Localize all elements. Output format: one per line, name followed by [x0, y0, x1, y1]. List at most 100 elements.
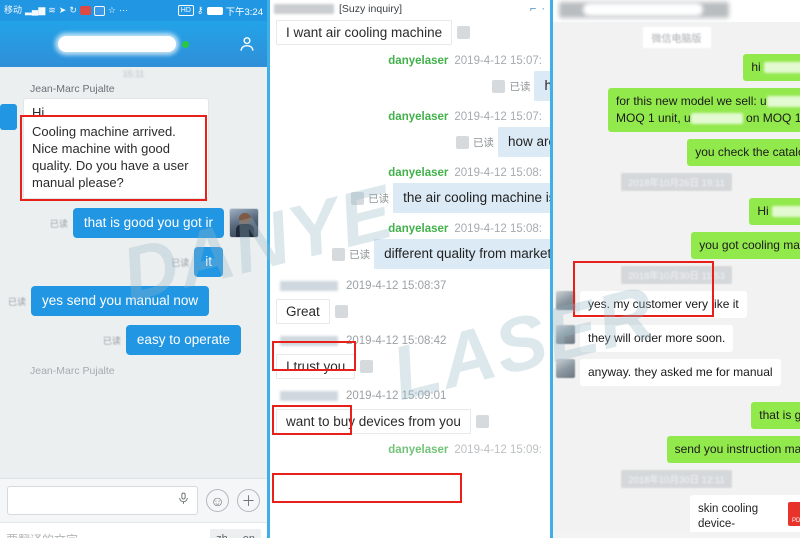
mobile-chat-panel: 移动 ▂▄▆ ≋ ➤ ↻ ☆ ⋯ HD ⚷ 下午3:24 15:11 Jean-… — [0, 0, 267, 538]
outgoing-message-row: 已读 it — [8, 247, 259, 277]
sender-name-redacted — [280, 281, 338, 291]
read-receipt-label: 已读 — [368, 192, 390, 205]
contact-name-redacted — [274, 3, 334, 14]
outgoing-message-row: that is go — [559, 402, 800, 429]
outgoing-message-bubble[interactable]: that is good you got ir — [72, 208, 224, 238]
outgoing-message-bubble[interactable]: hi — [534, 71, 550, 101]
outgoing-message-bubble[interactable]: you check the catalogue for — [687, 139, 800, 166]
microphone-icon[interactable] — [177, 490, 190, 512]
message-status-icon — [360, 360, 374, 373]
wechat-panel: 微信电脑版 hi for this new model we sell: u M… — [550, 0, 800, 538]
sender-name: danyelaser — [388, 111, 449, 123]
wechat-message-list[interactable]: 微信电脑版 hi for this new model we sell: u M… — [553, 22, 800, 532]
carrier-label: 移动 — [4, 5, 23, 15]
message-time: 2019-4-12 15:08:37 — [346, 280, 447, 292]
message-input[interactable] — [7, 486, 198, 515]
incoming-message-row: Great — [276, 299, 544, 324]
avatar — [229, 208, 259, 238]
outgoing-message-bubble[interactable]: how are yo — [497, 127, 550, 157]
outgoing-message-bubble[interactable]: different quality from market, trust m — [374, 239, 550, 269]
outgoing-message-row: 已读 yes send you manual now — [8, 286, 259, 316]
outgoing-message-bubble[interactable]: hi — [743, 54, 800, 81]
outgoing-message-bubble[interactable]: for this new model we sell: u MOQ 1 unit… — [608, 88, 800, 132]
wifi-icon: ≋ — [48, 5, 56, 15]
incoming-message-bubble[interactable]: I trust you — [276, 354, 356, 379]
incoming-greeting: Hi — [32, 105, 45, 120]
message-status-icon — [332, 247, 346, 261]
status-clock: 下午3:24 — [225, 6, 264, 18]
message-timestamp: 15:11 — [122, 69, 145, 79]
outgoing-message-bubble[interactable]: the air cooling machine is best u — [393, 183, 550, 213]
message-status-icon — [351, 191, 365, 205]
outgoing-message-row: 已读 how are yo — [276, 127, 550, 157]
sender-name: Jean-Marc Pujalte — [30, 83, 115, 95]
redacted-text — [766, 96, 800, 108]
outgoing-message-bubble[interactable]: easy to operate — [125, 325, 241, 355]
message-time: 2019-4-12 15:08: — [454, 223, 542, 235]
pdf-file-icon: PDF — [788, 502, 800, 526]
star-icon: ☆ — [107, 5, 116, 15]
message-time: 2019-4-12 15:08:42 — [346, 335, 447, 347]
sender-name: danyelaser — [388, 167, 449, 179]
outgoing-message-row: you check the catalogue for — [559, 139, 800, 166]
read-receipt-label: 已读 — [171, 257, 190, 268]
outgoing-message-bubble[interactable]: you got cooling machin — [691, 232, 800, 259]
sync-icon: ↻ — [69, 5, 77, 15]
incoming-message-bubble[interactable]: Hi Cooling machine arrived. Nice machine… — [23, 98, 209, 199]
sender-name-redacted — [280, 391, 338, 401]
incoming-message-row: they will order more soon. — [556, 325, 794, 352]
profile-button[interactable] — [237, 34, 257, 54]
incoming-message-bubble[interactable]: Great — [276, 299, 330, 324]
read-receipt-label: 已读 — [8, 296, 27, 307]
smiley-icon[interactable]: ☺ — [206, 489, 229, 512]
lang-to[interactable]: en — [237, 529, 261, 538]
mobile-chat-header — [0, 21, 267, 67]
redacted-text — [772, 206, 800, 218]
outgoing-message-bubble[interactable]: it — [194, 247, 223, 277]
lang-from[interactable]: zh — [210, 529, 234, 538]
system-note: 微信电脑版 — [642, 27, 711, 48]
redacted-text — [690, 113, 743, 125]
outgoing-message-row: hi — [559, 54, 800, 81]
avatar — [556, 359, 575, 378]
plus-icon[interactable]: ＋ — [237, 489, 260, 512]
outgoing-message-bubble[interactable]: yes send you manual now — [31, 286, 210, 316]
outgoing-message-bubble[interactable]: that is go — [751, 402, 800, 429]
online-status-dot — [182, 40, 189, 48]
message-meta: danyelaser 2019-4-12 15:09: — [276, 444, 544, 456]
contact-name-redacted — [58, 36, 176, 52]
message-time: 2019-4-12 15:09: — [454, 444, 542, 456]
incoming-message-row: yes. my customer very like it — [556, 291, 794, 318]
message-time: 2019-4-12 15:07: — [454, 55, 542, 67]
outgoing-message-row: 已读 easy to operate — [8, 325, 259, 355]
read-receipt-label: 已读 — [102, 335, 121, 346]
contact-name-mask — [583, 3, 703, 16]
translate-input[interactable]: 要翻译的文字... — [6, 531, 210, 538]
outgoing-message-row: for this new model we sell: u MOQ 1 unit… — [559, 88, 800, 132]
incoming-message-row: I want air cooling machine — [276, 20, 544, 45]
trade-manager-panel: [Suzy inquiry] ⌐ · I want air cooling ma… — [267, 0, 550, 538]
language-switcher[interactable]: zh › en — [210, 529, 261, 538]
avatar — [556, 325, 575, 344]
outgoing-message-bubble[interactable]: send you instruction manual l — [666, 436, 800, 463]
sender-name-redacted — [280, 336, 338, 346]
message-timestamp-row: 2019-4-12 15:08:42 — [276, 335, 544, 347]
mobile-message-list[interactable]: 15:11 Jean-Marc Pujalte Hi Cooling machi… — [0, 67, 267, 478]
incoming-message-bubble[interactable]: I want air cooling machine — [276, 20, 453, 45]
status-right-icons: HD ⚷ 下午3:24 — [177, 4, 264, 18]
incoming-message-bubble[interactable]: yes. my customer very like it — [580, 291, 747, 318]
outgoing-message-bubble[interactable]: Hi — [749, 198, 800, 225]
incoming-message-bubble[interactable]: anyway. they asked me for manual — [580, 359, 781, 386]
incoming-message-bubble[interactable]: they will order more soon. — [580, 325, 734, 352]
message-meta: danyelaser 2019-4-12 15:07: — [276, 111, 544, 123]
incoming-body-text: Cooling machine arrived. Nice machine wi… — [32, 124, 189, 190]
incoming-message-bubble[interactable]: want to buy devices from you — [276, 409, 471, 434]
expand-icon[interactable]: ⌐ · — [530, 3, 546, 15]
date-divider: 2018年10月26日 19:11 — [621, 173, 732, 191]
trade-manager-message-list[interactable]: I want air cooling machine danyelaser 20… — [270, 16, 550, 538]
incoming-message-row: want to buy devices from you — [276, 409, 544, 434]
date-divider: 2018年10月30日 12:11 — [621, 470, 732, 488]
sender-name: danyelaser — [388, 223, 449, 235]
file-attachment-card[interactable]: PDF skin cooling device-instruction ... … — [690, 495, 800, 532]
outgoing-message-row: Hi — [559, 198, 800, 225]
